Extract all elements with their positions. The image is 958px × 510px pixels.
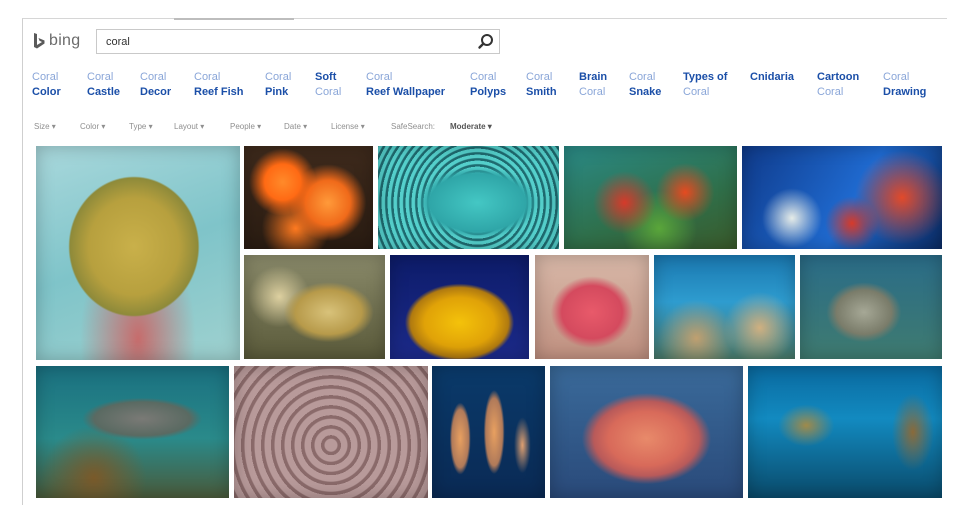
chip-line-1: Coral	[140, 71, 167, 83]
chip-line-2: Polyps	[470, 86, 507, 98]
chip-line-1: Coral	[265, 71, 292, 83]
bing-logo[interactable]: bing	[33, 30, 80, 52]
related-search-chip[interactable]: Cnidaria	[750, 70, 794, 85]
image-result-orange-sun-coral[interactable]	[390, 255, 529, 359]
chip-line-2: Reef Wallpaper	[366, 86, 446, 98]
chip-line-2: Coral	[579, 86, 606, 98]
image-result-rock-coral[interactable]	[800, 255, 942, 359]
chip-line-1: Coral	[87, 71, 114, 83]
image-result-pink-coral[interactable]	[535, 255, 649, 359]
chip-line-2: Coral	[683, 86, 710, 98]
related-search-chip[interactable]: Coral Color	[32, 70, 61, 100]
chip-line-1: Types of	[683, 71, 728, 83]
image-result-sea-fan[interactable]	[550, 366, 743, 498]
related-search-chip[interactable]: Brain Coral	[579, 70, 607, 100]
filter-8[interactable]: Moderate ▾	[450, 122, 492, 131]
related-search-chip[interactable]: Coral Pink	[265, 70, 291, 100]
image-result-pillar-coral-cluster[interactable]	[234, 366, 428, 498]
image-result-orange-cup-coral[interactable]	[244, 146, 373, 249]
search-box	[96, 29, 500, 54]
chip-line-1: Soft	[315, 71, 337, 83]
filter-6[interactable]: License ▾	[331, 122, 365, 131]
filter-1[interactable]: Color ▾	[80, 122, 105, 131]
image-result-pillar-coral-blue[interactable]	[432, 366, 545, 498]
chip-line-2: Castle	[87, 86, 121, 98]
related-search-chip[interactable]: Coral Snake	[629, 70, 661, 100]
related-search-chip[interactable]: Soft Coral	[315, 70, 341, 100]
chip-line-2: Snake	[629, 86, 662, 98]
image-result-teal-polyp-coral[interactable]	[378, 146, 559, 249]
chip-line-1: Coral	[366, 71, 393, 83]
image-result-brain-coral[interactable]	[36, 146, 240, 360]
chip-line-1: Cnidaria	[750, 71, 795, 83]
chip-line-1: Brain	[579, 71, 608, 83]
filter-3[interactable]: Layout ▾	[174, 122, 204, 131]
chip-line-2: Decor	[140, 86, 172, 98]
chip-line-1: Coral	[194, 71, 221, 83]
related-search-chip[interactable]: Coral Castle	[87, 70, 120, 100]
search-input[interactable]	[97, 30, 476, 53]
image-result-yellow-finger-coral[interactable]	[244, 255, 385, 359]
image-result-staghorn-coral[interactable]	[748, 366, 942, 498]
chip-line-2: Coral	[817, 86, 844, 98]
chip-line-2: Coral	[315, 86, 342, 98]
filter-2[interactable]: Type ▾	[129, 122, 153, 131]
chip-line-1: Cartoon	[817, 71, 860, 83]
image-result-table-coral[interactable]	[36, 366, 229, 498]
image-result-red-reef-coral[interactable]	[564, 146, 737, 249]
bing-b-icon	[34, 33, 45, 49]
filter-7[interactable]: SafeSearch:	[391, 122, 435, 131]
chip-line-2: Smith	[526, 86, 557, 98]
chip-line-2: Drawing	[883, 86, 927, 98]
chip-line-1: Coral	[526, 71, 553, 83]
image-result-reef-with-fish[interactable]	[742, 146, 942, 249]
chip-line-1: Coral	[470, 71, 497, 83]
tab-indicator	[174, 18, 294, 20]
related-search-chip[interactable]: Coral Reef Fish	[194, 70, 244, 100]
related-search-chip[interactable]: Coral Decor	[140, 70, 171, 100]
related-search-chip[interactable]: Cartoon Coral	[817, 70, 859, 100]
chip-line-1: Coral	[629, 71, 656, 83]
related-search-chip[interactable]: Coral Reef Wallpaper	[366, 70, 445, 100]
chip-line-2: Color	[32, 86, 61, 98]
chip-line-1: Coral	[32, 71, 59, 83]
search-icon[interactable]	[477, 33, 495, 51]
filter-0[interactable]: Size ▾	[34, 122, 56, 131]
related-search-chip[interactable]: Coral Drawing	[883, 70, 926, 100]
related-search-chip[interactable]: Coral Smith	[526, 70, 557, 100]
filter-4[interactable]: People ▾	[230, 122, 261, 131]
filter-5[interactable]: Date ▾	[284, 122, 307, 131]
chip-line-1: Coral	[883, 71, 910, 83]
image-result-blue-reef[interactable]	[654, 255, 795, 359]
bing-wordmark: bing	[49, 32, 81, 49]
chip-line-2: Pink	[265, 86, 289, 98]
related-search-chip[interactable]: Coral Polyps	[470, 70, 506, 100]
chip-line-2: Reef Fish	[194, 86, 244, 98]
related-search-chip[interactable]: Types of Coral	[683, 70, 727, 100]
